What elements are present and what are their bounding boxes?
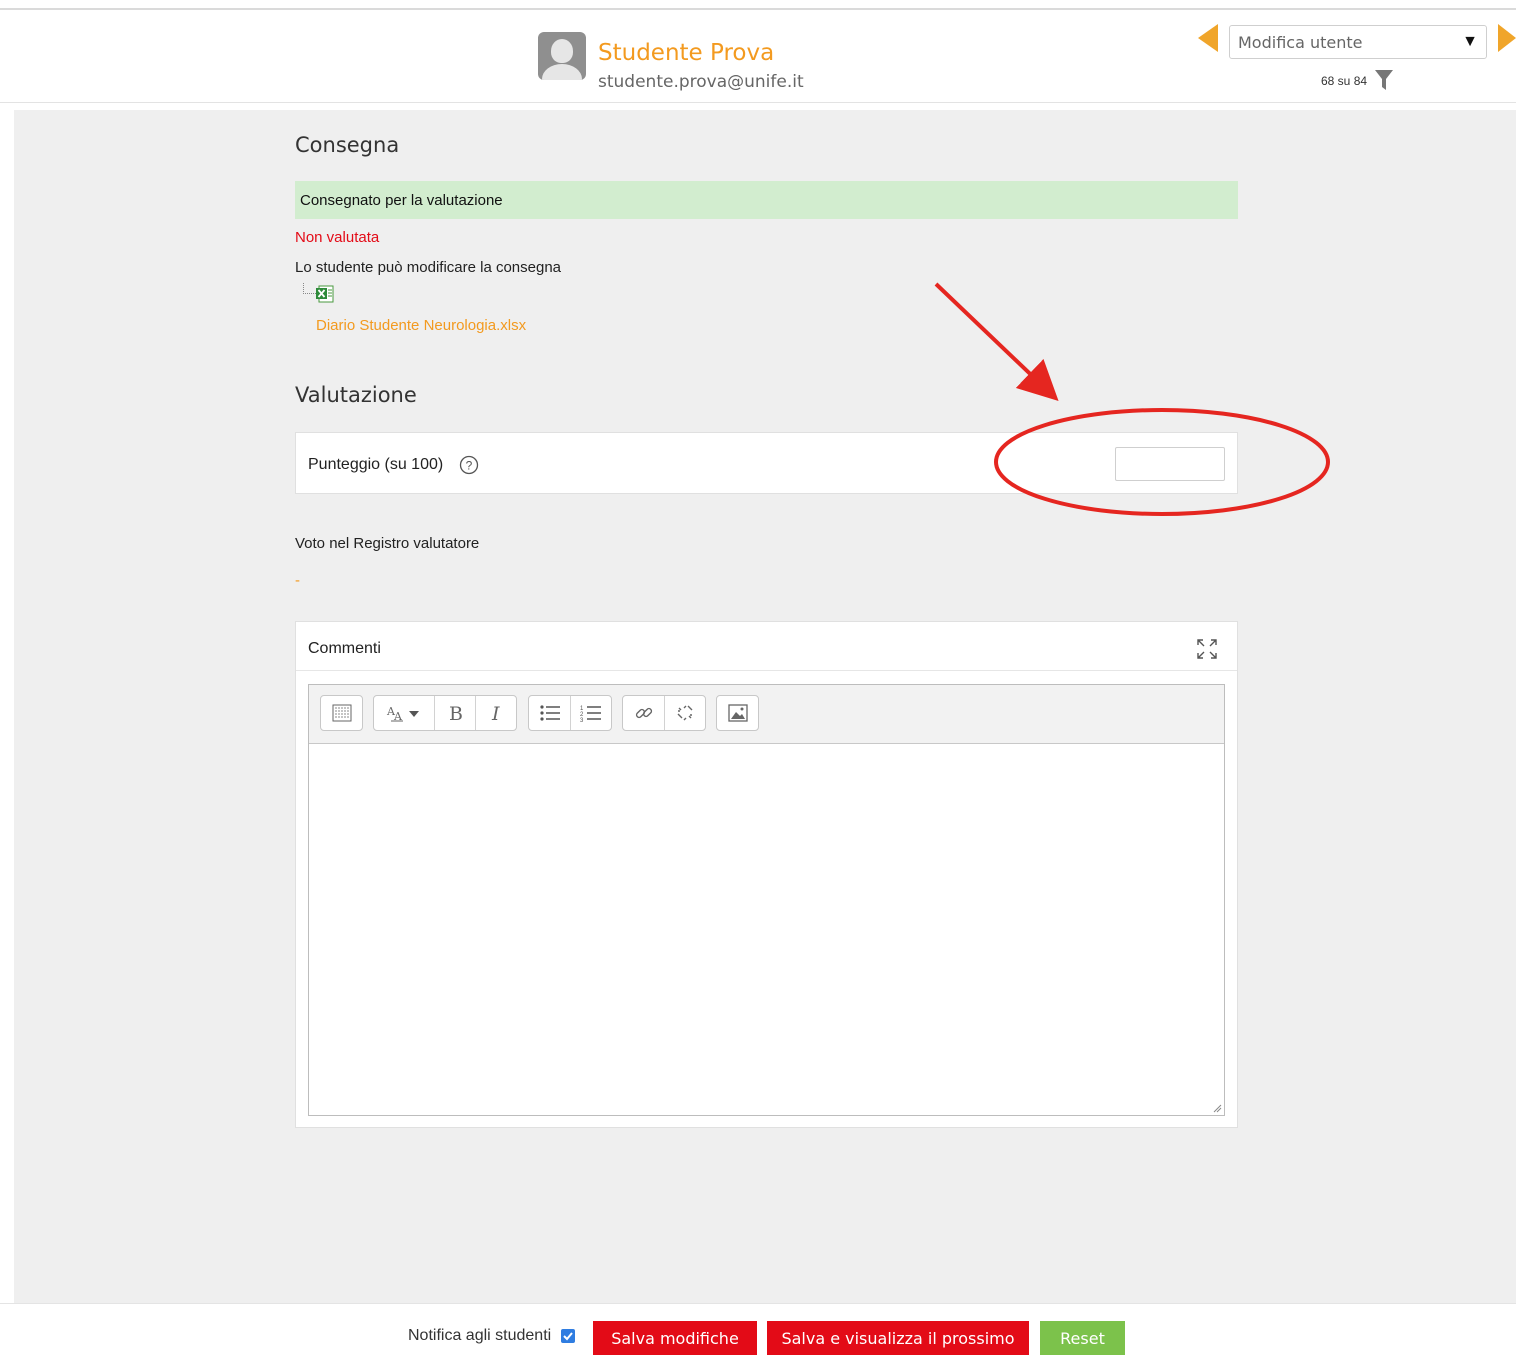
toolbar-group-toggle xyxy=(320,695,363,731)
comments-text-area[interactable] xyxy=(309,744,1224,1115)
save-and-next-button[interactable]: Salva e visualizza il prossimo xyxy=(767,1321,1029,1355)
unordered-list-icon[interactable] xyxy=(529,696,570,730)
notify-students-label: Notifica agli studenti xyxy=(408,1327,552,1344)
submitted-file-link[interactable]: Diario Studente Neurologia.xlsx xyxy=(316,317,526,334)
link-icon[interactable] xyxy=(623,696,664,730)
user-email: studente.prova@unife.it xyxy=(598,72,804,92)
reset-button[interactable]: Reset xyxy=(1040,1321,1125,1355)
user-counter: 68 su 84 xyxy=(1321,74,1368,88)
font-style-icon[interactable]: AA xyxy=(374,696,434,730)
can-edit-note: Lo studente può modificare la consegna xyxy=(295,259,562,276)
unlink-icon[interactable] xyxy=(664,696,705,730)
gradebook-value: - xyxy=(295,572,300,589)
filter-icon[interactable] xyxy=(1375,70,1393,90)
svg-text:B: B xyxy=(449,703,463,723)
comments-header: Commenti xyxy=(296,622,1237,671)
user-name[interactable]: Studente Prova xyxy=(598,40,774,66)
expand-icon[interactable] xyxy=(1196,638,1218,660)
save-changes-button[interactable]: Salva modifiche xyxy=(593,1321,757,1355)
ordered-list-icon[interactable]: 123 xyxy=(570,696,611,730)
italic-icon[interactable]: I xyxy=(475,696,516,730)
comments-label: Commenti xyxy=(308,640,381,657)
help-icon[interactable]: ? xyxy=(459,455,479,475)
toolbar-toggle-icon[interactable] xyxy=(321,696,362,730)
user-avatar xyxy=(538,32,586,80)
comments-editor: AA B I 123 xyxy=(308,684,1225,1116)
excel-file-icon xyxy=(316,285,334,303)
file-tree-connector xyxy=(303,283,316,294)
score-label: Punteggio (su 100) xyxy=(308,456,444,473)
toolbar-group-lists: 123 xyxy=(528,695,612,731)
grade-heading: Valutazione xyxy=(295,383,417,407)
previous-user-arrow-icon[interactable] xyxy=(1198,24,1218,52)
comments-box: Commenti AA B I 1 2 3 xyxy=(295,621,1238,1128)
score-row: Punteggio (su 100) ? xyxy=(295,432,1238,494)
change-user-select-value: Modifica utente xyxy=(1238,33,1363,52)
action-bar: Notifica agli studenti Salva modifiche S… xyxy=(0,1303,1516,1355)
toolbar-group-media xyxy=(716,695,759,731)
grading-status: Non valutata xyxy=(295,229,380,246)
svg-text:3: 3 xyxy=(580,718,584,723)
notify-students-checkbox[interactable] xyxy=(561,1329,575,1343)
bold-icon[interactable]: B xyxy=(434,696,475,730)
gradebook-label: Voto nel Registro valutatore xyxy=(295,535,480,552)
score-input[interactable] xyxy=(1115,447,1225,481)
next-user-arrow-icon[interactable] xyxy=(1498,24,1516,52)
change-user-select[interactable]: Modifica utente ▼ xyxy=(1229,25,1487,59)
svg-text:I: I xyxy=(491,703,500,723)
toolbar-group-links xyxy=(622,695,706,731)
editor-toolbar: AA B I 123 xyxy=(309,685,1224,744)
toolbar-group-text: AA B I xyxy=(373,695,517,731)
chevron-down-icon: ▼ xyxy=(1462,33,1478,50)
submission-heading: Consegna xyxy=(295,133,400,157)
image-icon[interactable] xyxy=(717,696,758,730)
submission-status: Consegnato per la valutazione xyxy=(295,181,1238,219)
grading-header: Studente Prova studente.prova@unife.it M… xyxy=(0,10,1516,103)
svg-text:?: ? xyxy=(466,459,473,473)
resize-grip-icon[interactable] xyxy=(1212,1103,1222,1113)
